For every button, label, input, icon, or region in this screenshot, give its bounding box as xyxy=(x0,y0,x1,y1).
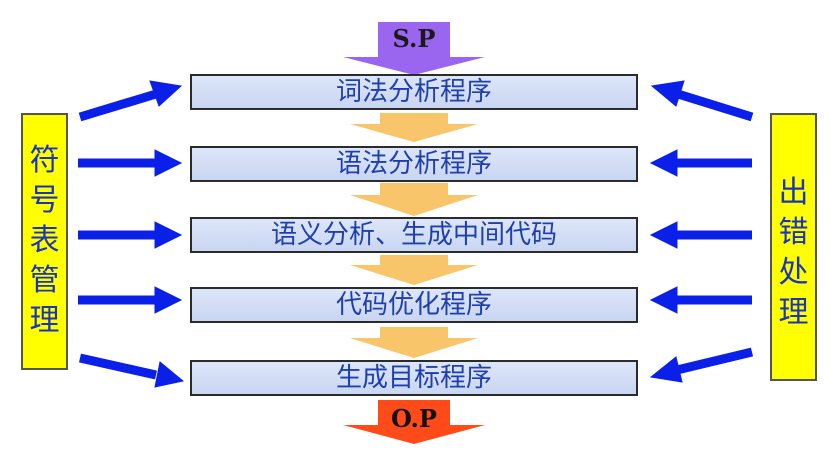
flow-arrow-1 xyxy=(350,113,478,142)
symbol-table-char: 管 xyxy=(29,263,60,298)
symbol-table-char: 号 xyxy=(29,183,60,218)
output-label: O.P xyxy=(391,404,437,433)
phase-lexical-analysis: 词法分析程序 xyxy=(190,74,638,110)
phase-target-code-generation: 生成目标程序 xyxy=(190,360,638,396)
symbol-table-char: 符 xyxy=(29,143,60,178)
compiler-structure-diagram: S.P O.P 词法分析程序 语法分析程序 语义分析、生成中间代码 代码优化程序… xyxy=(0,0,836,462)
symbol-table-management-box: 符 号 表 管 理 xyxy=(21,113,68,370)
input-label: S.P xyxy=(392,24,436,53)
error-handling-char: 错 xyxy=(778,215,809,250)
right-arrow-3 xyxy=(649,221,752,249)
flow-arrow-2 xyxy=(350,183,478,216)
error-handling-char: 理 xyxy=(778,295,809,330)
left-arrow-4 xyxy=(78,286,183,314)
error-handling-char: 出 xyxy=(778,175,809,210)
flow-arrow-4 xyxy=(350,327,478,358)
phase-code-optimization: 代码优化程序 xyxy=(190,287,638,323)
left-arrow-1 xyxy=(78,80,183,122)
right-arrow-4 xyxy=(649,286,752,314)
error-handling-box: 出 错 处 理 xyxy=(770,113,817,381)
right-arrow-5 xyxy=(649,347,754,383)
right-arrow-1 xyxy=(650,80,754,122)
symbol-table-char: 表 xyxy=(29,223,60,258)
right-arrow-2 xyxy=(649,149,752,177)
left-arrow-2 xyxy=(78,149,183,177)
symbol-table-char: 理 xyxy=(29,303,60,338)
left-arrow-5 xyxy=(79,353,185,388)
left-arrow-3 xyxy=(78,221,183,249)
error-handling-char: 处 xyxy=(778,255,809,290)
phase-syntax-analysis: 语法分析程序 xyxy=(190,146,638,182)
flow-arrow-3 xyxy=(350,255,478,285)
phase-semantic-analysis: 语义分析、生成中间代码 xyxy=(190,217,638,253)
